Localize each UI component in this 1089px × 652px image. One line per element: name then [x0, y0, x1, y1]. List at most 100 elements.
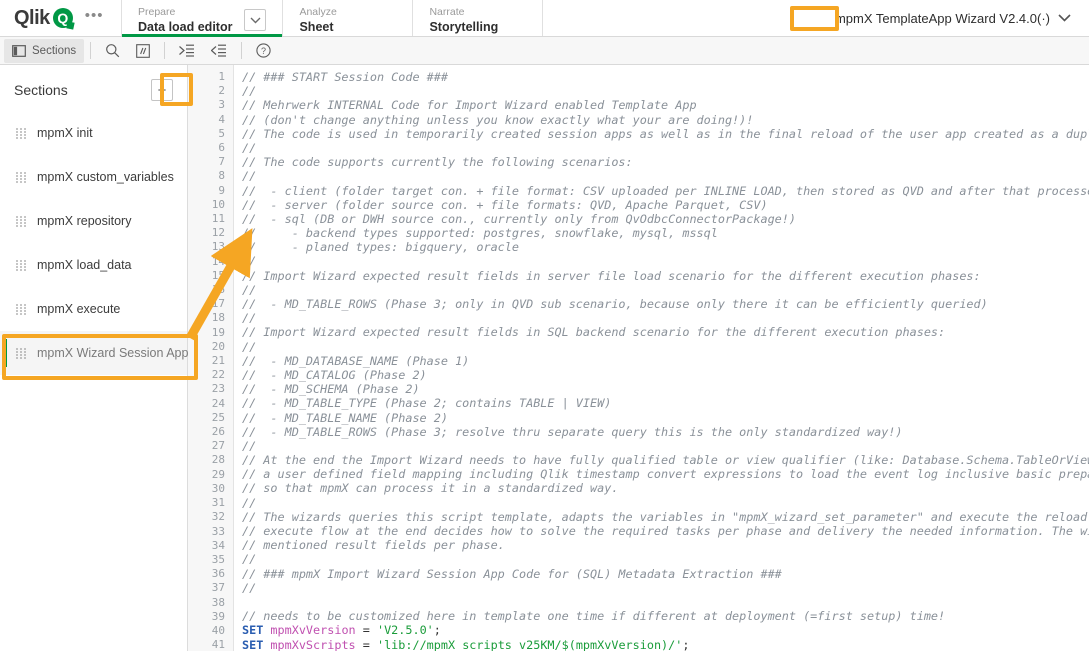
sidebar-item-mpmx-load-data[interactable]: mpmX load_data [0, 243, 187, 287]
code-token-cm: // [242, 169, 257, 184]
code-token-op: ; [682, 637, 690, 652]
data-load-editor-page: Qlik ••• Prepare Data load editor Analyz… [0, 0, 1089, 652]
sidebar-item-mpmx-repository[interactable]: mpmX repository [0, 199, 187, 243]
comment-button[interactable] [128, 39, 158, 63]
code-line[interactable]: // [242, 340, 1089, 354]
search-button[interactable] [97, 39, 128, 63]
code-line[interactable]: // - backend types supported: postgres, … [242, 226, 1089, 240]
code-line[interactable]: // mentioned result fields per phase. [242, 538, 1089, 552]
code-line[interactable]: // [242, 141, 1089, 155]
sidebar-item-mpmx-custom-variables[interactable]: mpmX custom_variables [0, 155, 187, 199]
outdent-button[interactable] [203, 39, 235, 63]
indent-button[interactable] [171, 39, 203, 63]
help-button[interactable]: ? [248, 39, 279, 63]
line-number: 10 [211, 197, 225, 211]
code-token-cm: // The code supports currently the follo… [242, 155, 633, 170]
code-line[interactable]: // - planed types: bigquery, oracle [242, 240, 1089, 254]
line-number: 36 [211, 567, 225, 581]
code-token-cm: // The wizards queries this script templ… [242, 509, 1089, 524]
code-line[interactable]: // - sql (DB or DWH source con., current… [242, 212, 1089, 226]
code-line[interactable]: // [242, 254, 1089, 268]
tab-storytelling[interactable]: Narrate Storytelling [413, 0, 544, 36]
line-number: 27 [211, 439, 225, 453]
line-number: 2 [218, 84, 225, 98]
code-line[interactable]: // - server (folder source con. + file f… [242, 198, 1089, 212]
code-token-cm: // - server (folder source con. + file f… [242, 197, 768, 212]
code-line[interactable]: // [242, 283, 1089, 297]
app-menu-chevron[interactable] [1058, 14, 1071, 22]
code-line[interactable]: // [242, 581, 1089, 595]
add-section-button[interactable]: + [151, 79, 173, 101]
code-line[interactable]: // [242, 439, 1089, 453]
code-line[interactable]: // Mehrwerk INTERNAL Code for Import Wiz… [242, 98, 1089, 112]
code-token-cm: // so that mpmX can process it in a stan… [242, 481, 619, 496]
code-token-cm: // - MD_SCHEMA (Phase 2) [242, 382, 420, 397]
code-token-cm: // [242, 140, 257, 155]
line-number: 3 [218, 98, 225, 112]
code-line[interactable]: // [242, 311, 1089, 325]
code-line[interactable]: // The wizards queries this script templ… [242, 510, 1089, 524]
overflow-menu-icon[interactable]: ••• [85, 8, 104, 28]
code-line[interactable]: // Import Wizard expected result fields … [242, 325, 1089, 339]
tab-sheet[interactable]: Analyze Sheet [283, 0, 414, 36]
app-title-area[interactable]: mpmX TemplateApp Wizard V2.4.0(·) [835, 0, 1089, 36]
code-token-cm: // - MD_TABLE_TYPE (Phase 2; contains TA… [242, 396, 612, 411]
sidebar-item-mpmx-init[interactable]: mpmX init [0, 111, 187, 155]
code-token-cm: // - planed types: bigquery, oracle [242, 240, 519, 255]
code-line[interactable]: // ### mpmX Import Wizard Session App Co… [242, 567, 1089, 581]
line-number: 11 [211, 212, 225, 226]
indent-icon [179, 44, 195, 57]
code-line[interactable]: // ### START Session Code ### [242, 70, 1089, 84]
drag-handle-icon[interactable] [16, 171, 26, 183]
code-line[interactable]: SET mpmXvVersion = 'V2.5.0'; [242, 623, 1089, 637]
code-line[interactable]: // needs to be customized here in templa… [242, 609, 1089, 623]
code-line[interactable]: // - MD_SCHEMA (Phase 2) [242, 382, 1089, 396]
code-line[interactable]: // - MD_TABLE_ROWS (Phase 3; only in QVD… [242, 297, 1089, 311]
code-line[interactable]: // [242, 84, 1089, 98]
code-line[interactable]: // [242, 552, 1089, 566]
tab-data-load-editor[interactable]: Prepare Data load editor [122, 0, 284, 37]
code-line[interactable]: // execute flow at the end decides how t… [242, 524, 1089, 538]
code-line[interactable]: // - MD_TABLE_TYPE (Phase 2; contains TA… [242, 396, 1089, 410]
code-area[interactable]: // ### START Session Code ###//// Mehrwe… [234, 65, 1089, 651]
code-line[interactable]: // - MD_DATABASE_NAME (Phase 1) [242, 354, 1089, 368]
drag-handle-icon[interactable] [16, 303, 26, 315]
code-token-cm: // mentioned result fields per phase. [242, 538, 505, 553]
code-token-var: mpmXvVersion [270, 623, 356, 638]
code-line[interactable]: // a user defined field mapping includin… [242, 467, 1089, 481]
tab-dropdown-button[interactable] [244, 9, 267, 31]
drag-handle-icon[interactable] [16, 215, 26, 227]
line-number: 32 [211, 510, 225, 524]
sidebar-item-mpmx-wizard-session-app[interactable]: mpmX Wizard Session App [0, 331, 214, 375]
code-line[interactable]: // The code is used in temporarily creat… [242, 127, 1089, 141]
code-line[interactable]: // At the end the Import Wizard needs to… [242, 453, 1089, 467]
code-line[interactable]: // - MD_TABLE_ROWS (Phase 3; resolve thr… [242, 425, 1089, 439]
code-line[interactable]: // (don't change anything unless you kno… [242, 113, 1089, 127]
code-line[interactable]: // The code supports currently the follo… [242, 155, 1089, 169]
drag-handle-icon[interactable] [16, 259, 26, 271]
code-line[interactable]: // - client (folder target con. + file f… [242, 184, 1089, 198]
tab-title-sheet: Sheet [299, 20, 334, 34]
sections-panel-title: Sections [14, 82, 68, 98]
code-line[interactable]: // [242, 169, 1089, 183]
code-token-cm: // At the end the Import Wizard needs to… [242, 453, 1089, 468]
script-editor[interactable]: 1 2 3 4 5 6 7 8 9 10 11 12 13 14 15 16 17 18 19 20 21 22 23 24 2… [188, 65, 1089, 651]
code-line[interactable]: // - MD_TABLE_NAME (Phase 2) [242, 411, 1089, 425]
line-number: 12 [211, 226, 225, 240]
code-line[interactable]: // so that mpmX can process it in a stan… [242, 481, 1089, 495]
code-token-cm: // [242, 254, 257, 269]
line-number: 34 [211, 538, 225, 552]
sidebar-item-mpmx-execute[interactable]: mpmX execute [0, 287, 187, 331]
code-line[interactable]: SET mpmXvScripts = 'lib://mpmX_scripts_v… [242, 638, 1089, 652]
sections-toggle-label: Sections [32, 44, 77, 57]
line-number: 6 [218, 141, 225, 155]
drag-handle-icon[interactable] [16, 347, 26, 359]
sections-toggle-button[interactable]: Sections [4, 38, 85, 63]
drag-handle-icon[interactable] [16, 127, 26, 139]
code-line[interactable]: // Import Wizard expected result fields … [242, 269, 1089, 283]
code-line[interactable]: // [242, 496, 1089, 510]
code-line[interactable]: // - MD_CATALOG (Phase 2) [242, 368, 1089, 382]
line-number: 22 [211, 368, 225, 382]
code-token-cm: // (don't change anything unless you kno… [242, 112, 754, 127]
code-line[interactable] [242, 595, 1089, 609]
